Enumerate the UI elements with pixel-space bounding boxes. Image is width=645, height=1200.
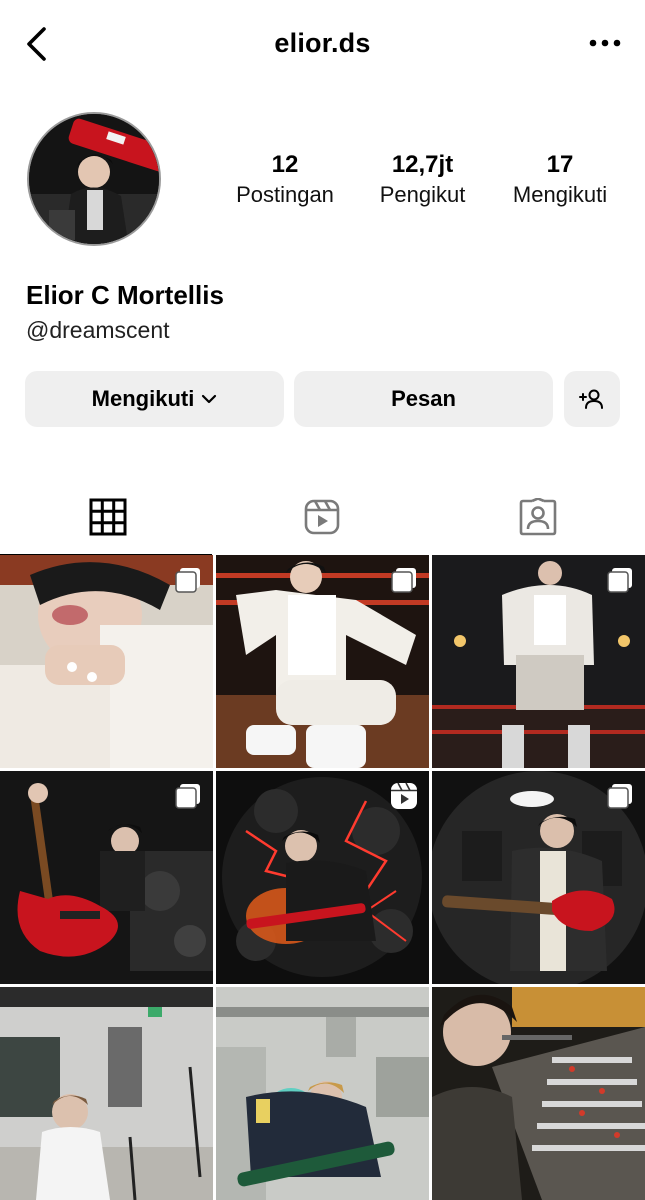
- post-thumbnail[interactable]: [432, 555, 645, 768]
- profile-tabs: [0, 480, 645, 556]
- post-image: [432, 987, 645, 1200]
- post-thumbnail[interactable]: [0, 987, 213, 1200]
- more-horizontal-icon: [589, 39, 621, 47]
- post-image: [0, 987, 213, 1200]
- grid-icon: [89, 498, 126, 536]
- stat-posts[interactable]: 12 Postingan: [220, 150, 350, 210]
- carousel-icon: [175, 784, 200, 809]
- post-thumbnail[interactable]: [432, 987, 645, 1200]
- post-thumbnail[interactable]: [216, 555, 429, 768]
- post-thumbnail[interactable]: [432, 771, 645, 984]
- stat-value: 12,7jt: [391, 151, 454, 178]
- add-user-icon: [579, 389, 603, 409]
- carousel-icon: [607, 784, 632, 809]
- following-button-label: Mengikuti: [91, 386, 195, 411]
- carousel-icon: [391, 568, 416, 593]
- stat-label: Pengikut: [379, 182, 466, 207]
- stat-label: Mengikuti: [512, 182, 608, 207]
- message-button-label: Pesan: [391, 386, 456, 411]
- top-bar: elior.ds: [0, 0, 645, 90]
- profile-stats: 12 Postingan 12,7jt Pengikut 17 Mengikut…: [220, 150, 625, 210]
- following-button[interactable]: Mengikuti: [25, 371, 284, 427]
- profile-handle[interactable]: @dreamscent: [26, 317, 170, 344]
- tab-posts-grid[interactable]: [0, 480, 215, 556]
- tab-reels[interactable]: [214, 480, 429, 554]
- more-options-button[interactable]: [585, 26, 625, 60]
- stat-label: Postingan: [236, 182, 334, 207]
- chevron-down-icon: [202, 394, 217, 404]
- tagged-icon: [519, 498, 556, 536]
- add-user-button[interactable]: [564, 371, 620, 427]
- profile-full-name: Elior C Mortellis: [26, 280, 224, 310]
- reels-icon: [304, 499, 339, 535]
- stat-value: 12: [271, 151, 299, 178]
- profile-username: elior.ds: [274, 28, 371, 58]
- message-button[interactable]: Pesan: [294, 371, 553, 427]
- avatar-image: [29, 114, 159, 244]
- post-thumbnail[interactable]: [0, 555, 213, 768]
- stat-following[interactable]: 17 Mengikuti: [495, 150, 625, 210]
- post-thumbnail[interactable]: [216, 987, 429, 1200]
- stat-followers[interactable]: 12,7jt Pengikut: [358, 150, 488, 210]
- carousel-icon: [607, 568, 632, 593]
- carousel-icon: [175, 568, 200, 593]
- reel-icon: [391, 782, 417, 809]
- stat-value: 17: [546, 151, 574, 178]
- post-thumbnail[interactable]: [216, 771, 429, 984]
- profile-avatar[interactable]: [27, 112, 161, 246]
- post-image: [216, 987, 429, 1200]
- tab-tagged[interactable]: [430, 480, 645, 554]
- post-thumbnail[interactable]: [0, 771, 213, 984]
